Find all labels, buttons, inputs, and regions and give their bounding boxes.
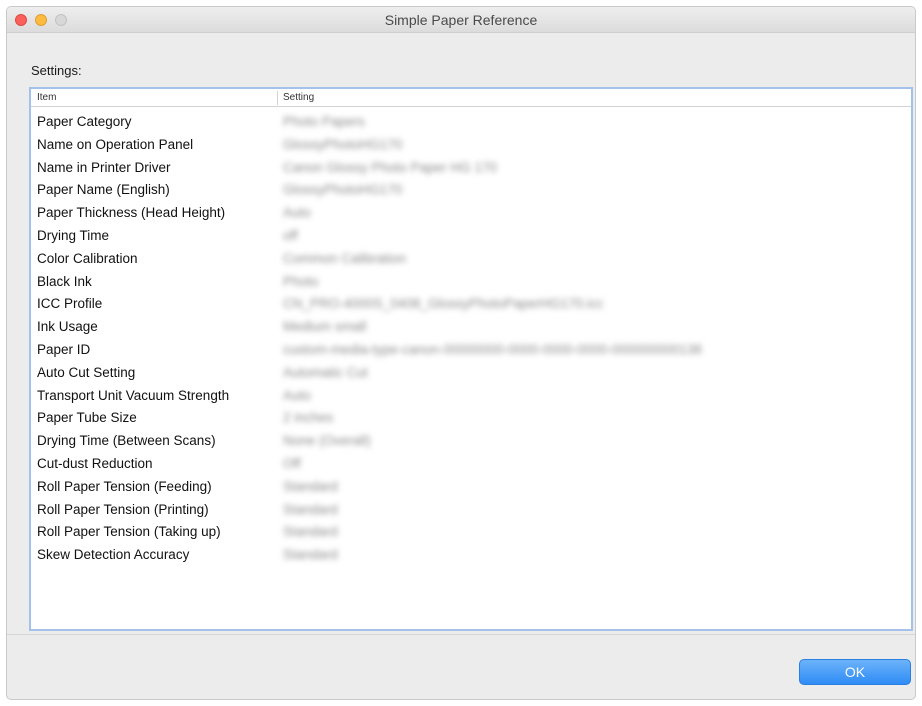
- row-setting-value: Photo: [283, 273, 319, 289]
- row-item-label: Transport Unit Vacuum Strength: [37, 387, 230, 403]
- row-setting-value: Photo Papers: [283, 114, 365, 129]
- column-divider[interactable]: [277, 91, 278, 105]
- table-row[interactable]: Roll Paper Tension (Printing) Standard: [31, 499, 911, 522]
- row-setting-value: Auto: [283, 205, 311, 221]
- table-header: Item Setting: [31, 89, 911, 107]
- table-row[interactable]: Paper Tube Size 2 inches: [31, 407, 911, 430]
- row-setting-value: Medium small: [283, 319, 367, 335]
- row-item-label: Skew Detection Accuracy: [37, 547, 190, 563]
- row-item-label: Color Calibration: [37, 250, 138, 266]
- row-setting-value: Off: [283, 455, 301, 471]
- footer-divider: [7, 634, 915, 635]
- row-setting-value: 2 inches: [283, 410, 334, 426]
- row-item-label: Paper Thickness (Head Height): [37, 205, 226, 221]
- row-setting-value: Standard: [283, 501, 338, 517]
- row-item-label: Paper Category: [37, 114, 132, 129]
- table-row[interactable]: Paper Category Photo Papers: [31, 111, 911, 134]
- settings-table[interactable]: Item Setting Paper Category Photo Papers N…: [29, 87, 913, 631]
- table-row[interactable]: Paper Thickness (Head Height) Auto: [31, 202, 911, 225]
- table-row[interactable]: Roll Paper Tension (Feeding) Standard: [31, 476, 911, 499]
- table-row[interactable]: Paper ID custom-media-type-canon-00000000…: [31, 339, 911, 362]
- table-row[interactable]: Transport Unit Vacuum Strength Auto: [31, 385, 911, 408]
- row-item-label: Name on Operation Panel: [37, 136, 194, 152]
- row-setting-value: Standard: [283, 524, 338, 540]
- row-setting-value: CN_PRO-4000S_0408_GlossyPhotoPaperHG170.…: [283, 296, 604, 312]
- table-row[interactable]: Drying Time (Between Scans) None (Overall…: [31, 430, 911, 453]
- settings-label: Settings:: [31, 63, 82, 78]
- row-item-label: Paper ID: [37, 341, 91, 357]
- row-setting-value: Common Calibration: [283, 250, 407, 266]
- table-row[interactable]: Auto Cut Setting Automatic Cut: [31, 362, 911, 385]
- row-item-label: Paper Tube Size: [37, 410, 137, 426]
- row-item-label: Roll Paper Tension (Feeding): [37, 478, 212, 494]
- table-rows: Paper Category Photo Papers Name on Operat…: [31, 111, 911, 567]
- table-row[interactable]: Black Ink Photo: [31, 271, 911, 294]
- row-item-label: Black Ink: [37, 273, 92, 289]
- column-header-setting[interactable]: Setting: [283, 92, 314, 103]
- row-item-label: Drying Time (Between Scans): [37, 433, 216, 449]
- table-row[interactable]: Cut-dust Reduction Off: [31, 453, 911, 476]
- table-row[interactable]: Color Calibration Common Calibration: [31, 248, 911, 271]
- row-item-label: Paper Name (English): [37, 182, 170, 198]
- row-setting-value: Standard: [283, 478, 338, 494]
- row-setting-value: Automatic Cut: [283, 364, 368, 380]
- row-setting-value: None (Overall): [283, 433, 371, 449]
- table-row[interactable]: Drying Time off: [31, 225, 911, 248]
- window-title: Simple Paper Reference: [384, 12, 538, 28]
- table-row[interactable]: Skew Detection Accuracy Standard: [31, 544, 911, 567]
- row-item-label: Auto Cut Setting: [37, 364, 136, 380]
- row-setting-value: Canon Glossy Photo Paper HG 170: [283, 159, 497, 175]
- table-row[interactable]: Name in Printer Driver Canon Glossy Photo…: [31, 157, 911, 180]
- title-bar: Simple Paper Reference: [7, 7, 915, 33]
- table-row[interactable]: Ink Usage Medium small: [31, 316, 911, 339]
- table-row[interactable]: Roll Paper Tension (Taking up) Standard: [31, 521, 911, 544]
- ok-button[interactable]: OK: [799, 659, 911, 685]
- row-item-label: Ink Usage: [37, 319, 98, 335]
- row-item-label: Drying Time: [37, 227, 110, 243]
- row-setting-value: GlossyPhotoHG170: [283, 182, 403, 198]
- row-setting-value: GlossyPhotoHG170: [283, 136, 403, 152]
- row-setting-value: Standard: [283, 547, 338, 563]
- table-row[interactable]: Name on Operation Panel GlossyPhotoHG170: [31, 134, 911, 157]
- table-row[interactable]: ICC Profile CN_PRO-4000S_0408_GlossyPhoto…: [31, 293, 911, 316]
- row-item-label: Cut-dust Reduction: [37, 455, 153, 471]
- row-item-label: Roll Paper Tension (Taking up): [37, 524, 221, 540]
- row-item-label: ICC Profile: [37, 296, 103, 312]
- row-setting-value: off: [283, 227, 298, 243]
- dialog-window: Simple Paper Reference Settings: Item Se…: [6, 6, 916, 700]
- row-item-label: Roll Paper Tension (Printing): [37, 501, 209, 517]
- table-row[interactable]: Paper Name (English) GlossyPhotoHG170: [31, 179, 911, 202]
- row-item-label: Name in Printer Driver: [37, 159, 171, 175]
- row-setting-value: custom-media-type-canon-00000000-0000-00…: [283, 341, 702, 357]
- column-header-item[interactable]: Item: [37, 92, 56, 103]
- row-setting-value: Auto: [283, 387, 311, 403]
